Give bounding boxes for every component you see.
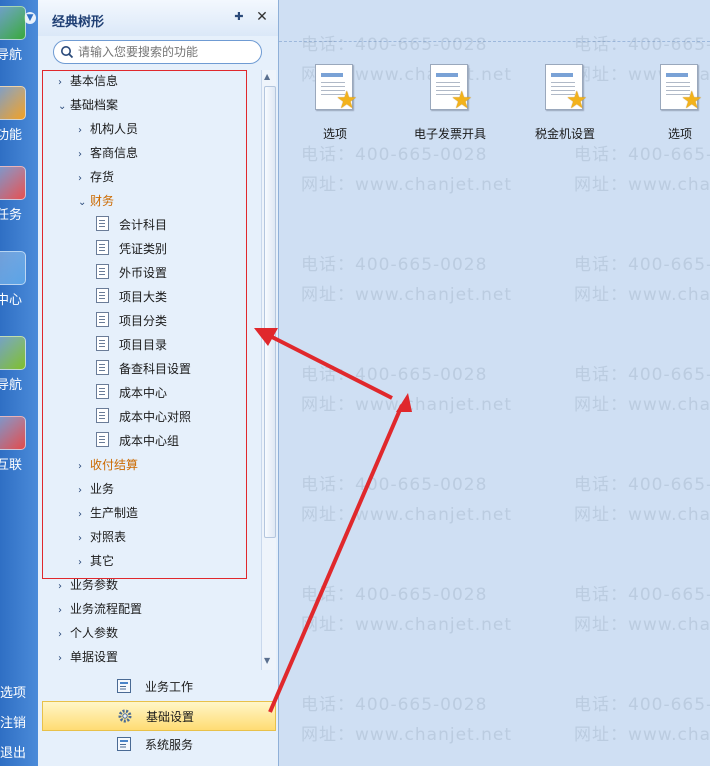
search-icon — [61, 46, 74, 59]
function-tile[interactable]: ★ 电子发票开具 — [395, 62, 505, 152]
tile-label: 税金机设置 — [534, 127, 595, 141]
left-module-label: 导航 — [0, 48, 23, 63]
gear-icon — [117, 708, 133, 724]
watermark-phone: 电话：400-665-0028 — [301, 35, 488, 55]
divider — [279, 41, 710, 42]
watermark-phone: 电话：400-665-0028 — [574, 255, 710, 275]
task-mail-icon — [0, 166, 26, 200]
left-module-label: 功能 — [0, 128, 23, 143]
scroll-down-icon[interactable]: ▼ — [264, 656, 270, 665]
watermark-phone: 电话：400-665-0028 — [574, 35, 710, 55]
tile-label: 选项 — [667, 127, 692, 141]
tree-item[interactable]: › 单据设置 — [58, 647, 118, 667]
watermark-site: 网址：www.chanjet.net — [574, 725, 710, 745]
watermark-site: 网址：www.chanjet.net — [301, 505, 513, 525]
left-module-bar: ▼ 导航 功能 任务 中心 导航 互联 选项 注销 退出 — [0, 0, 38, 766]
tree-item[interactable]: › 业务流程配置 — [58, 599, 142, 619]
nav-button[interactable]: 基础设置 — [42, 701, 276, 731]
watermark-phone: 电话：400-665-0028 — [301, 255, 488, 275]
scroll-up-icon[interactable]: ▲ — [264, 72, 270, 81]
business-work-icon — [116, 678, 132, 694]
left-module-3[interactable]: 中心 — [0, 245, 38, 315]
watermark-site: 网址：www.chanjet.net — [301, 395, 513, 415]
main-content: 电话：400-665-0028 网址：www.chanjet.net 电话：400-… — [279, 0, 710, 766]
tree-item-label: 个人参数 — [70, 626, 119, 640]
tree-item-label: 业务流程配置 — [70, 602, 143, 616]
watermark-phone: 电话：400-665-0028 — [574, 585, 710, 605]
left-module-label: 中心 — [0, 293, 23, 308]
star-icon: ★ — [681, 86, 703, 114]
watermark-site: 网址：www.chanjet.net — [301, 285, 513, 305]
nav-button[interactable]: 业务工作 — [42, 672, 274, 700]
watermark-site: 网址：www.chanjet.net — [301, 175, 513, 195]
tile-label: 选项 — [322, 127, 347, 141]
interconnect-icon — [0, 416, 26, 450]
watermark-site: 网址：www.chanjet.net — [301, 725, 513, 745]
scrollbar-thumb[interactable] — [264, 86, 276, 538]
star-icon: ★ — [451, 86, 473, 114]
tree-panel: 经典树形 ✚ ✕ ›基本信息⌄基础档案›机构人员›客商信息›存货⌄财务会计科目凭… — [38, 0, 279, 766]
function-tile[interactable]: ★ 选项 — [280, 62, 390, 152]
leaf-navigation-icon — [0, 336, 26, 370]
left-options-button[interactable]: 选项 — [0, 682, 26, 701]
tile-label: 电子发票开具 — [413, 127, 486, 141]
star-function-icon — [0, 86, 26, 120]
left-module-1[interactable]: 功能 — [0, 80, 38, 150]
watermark-phone: 电话：400-665-0028 — [574, 475, 710, 495]
chevron-right-icon[interactable]: › — [58, 601, 70, 621]
watermark-phone: 电话：400-665-0028 — [301, 365, 488, 385]
watermark-site: 网址：www.chanjet.net — [574, 505, 710, 525]
left-exit-button[interactable]: 退出 — [0, 742, 26, 761]
panel-title: 经典树形 — [52, 15, 105, 30]
watermark-site: 网址：www.chanjet.net — [574, 175, 710, 195]
search-input[interactable] — [78, 43, 256, 61]
watermark-site: 网址：www.chanjet.net — [301, 615, 513, 635]
left-module-2[interactable]: 任务 — [0, 160, 38, 230]
watermark-phone: 电话：400-665-0028 — [574, 365, 710, 385]
navigation-icon — [0, 6, 26, 40]
watermark-site: 网址：www.chanjet.net — [574, 395, 710, 415]
left-module-label: 任务 — [0, 208, 23, 223]
left-module-4[interactable]: 导航 — [0, 330, 38, 400]
tree-scrollbar[interactable]: ▲ ▼ — [261, 70, 276, 670]
system-service-icon — [116, 736, 132, 752]
watermark-phone: 电话：400-665-0028 — [574, 695, 710, 715]
left-module-label: 导航 — [0, 378, 23, 393]
nav-button[interactable]: 系统服务 — [42, 730, 274, 758]
search-box[interactable] — [53, 40, 262, 64]
close-icon[interactable]: ✕ — [255, 10, 269, 24]
annotation-highlight-box — [42, 70, 247, 579]
watermark-site: 网址：www.chanjet.net — [574, 615, 710, 635]
function-tile[interactable]: ★ 税金机设置 — [510, 62, 620, 152]
chevron-right-icon[interactable]: › — [58, 649, 70, 669]
chevron-right-icon[interactable]: › — [58, 577, 70, 597]
left-module-5[interactable]: 互联 — [0, 410, 38, 480]
nav-button-label: 基础设置 — [146, 710, 195, 724]
nav-button-label: 业务工作 — [145, 680, 194, 694]
panel-header: 经典树形 ✚ ✕ — [38, 0, 278, 36]
tree-item-label: 单据设置 — [70, 650, 119, 664]
watermark-phone: 电话：400-665-0028 — [301, 585, 488, 605]
left-module-0[interactable]: 导航 — [0, 0, 38, 70]
chevron-right-icon[interactable]: › — [58, 625, 70, 645]
star-icon: ★ — [336, 86, 358, 114]
watermark-site: 网址：www.chanjet.net — [574, 285, 710, 305]
left-module-label: 互联 — [0, 458, 23, 473]
star-icon: ★ — [566, 86, 588, 114]
function-tile[interactable]: ★ 选项 — [625, 62, 710, 152]
pin-icon[interactable]: ✚ — [233, 11, 245, 23]
watermark-phone: 电话：400-665-0028 — [301, 695, 488, 715]
tree-item-label: 业务参数 — [70, 578, 119, 592]
watermark-phone: 电话：400-665-0028 — [301, 475, 488, 495]
left-logout-button[interactable]: 注销 — [0, 712, 26, 731]
nav-button-label: 系统服务 — [145, 738, 194, 752]
tree-item[interactable]: › 个人参数 — [58, 623, 118, 643]
message-center-icon — [0, 251, 26, 285]
